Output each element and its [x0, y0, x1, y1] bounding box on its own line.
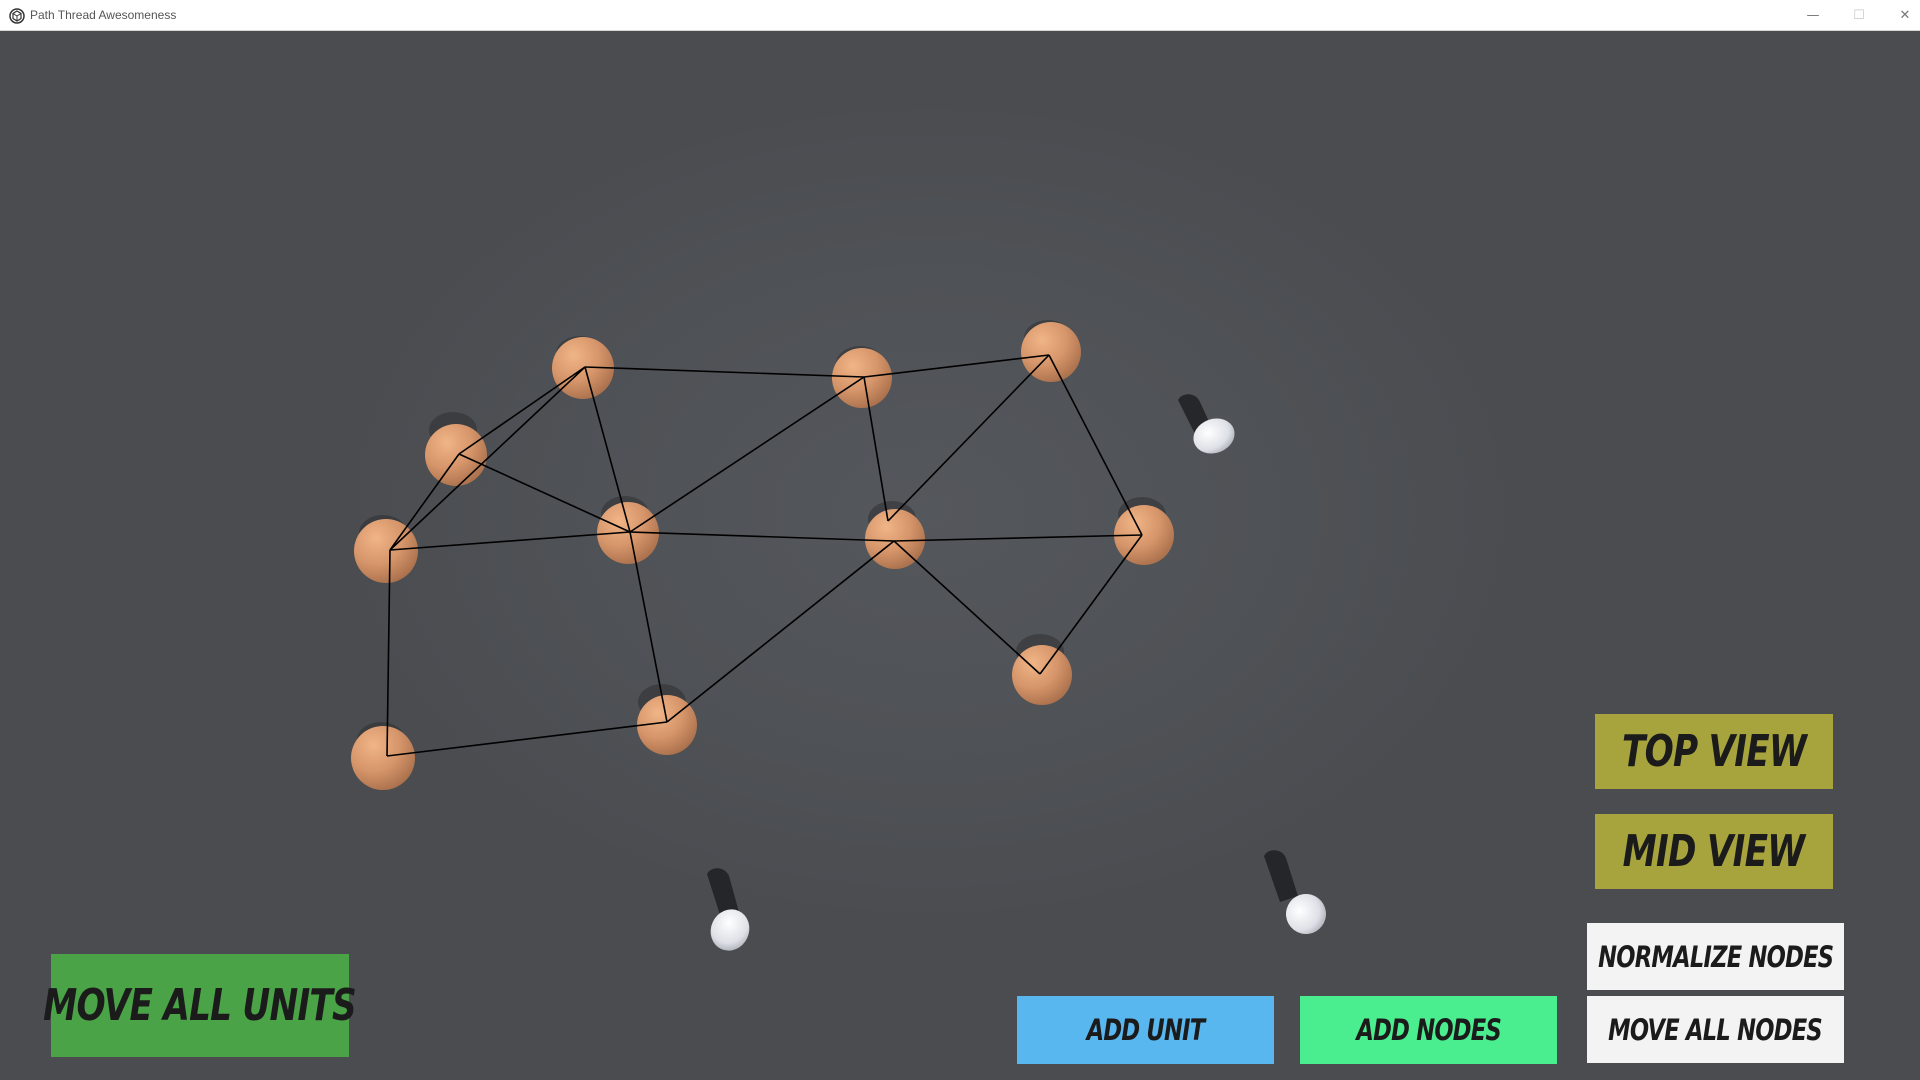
add-nodes-label: ADD NODES — [1356, 1013, 1501, 1047]
move-all-nodes-button[interactable]: MOVE ALL NODES — [1587, 996, 1844, 1063]
path-node — [354, 519, 418, 583]
minimize-icon[interactable]: — — [1790, 0, 1836, 31]
mid-view-label: MID VIEW — [1623, 826, 1806, 877]
mid-view-button[interactable]: MID VIEW — [1595, 814, 1833, 889]
unity-icon — [9, 8, 25, 24]
top-view-label: TOP VIEW — [1621, 726, 1807, 777]
top-view-button[interactable]: TOP VIEW — [1595, 714, 1833, 789]
unit-capsule — [707, 868, 750, 951]
window-title: Path Thread Awesomeness — [30, 8, 177, 22]
move-all-nodes-label: MOVE ALL NODES — [1608, 1012, 1824, 1047]
add-unit-label: ADD UNIT — [1086, 1013, 1206, 1047]
close-icon[interactable]: ✕ — [1882, 0, 1920, 31]
path-node — [425, 424, 487, 486]
path-nodes — [351, 322, 1174, 790]
add-nodes-button[interactable]: ADD NODES — [1300, 996, 1557, 1064]
unit-capsule — [1178, 394, 1235, 454]
maximize-icon[interactable]: ☐ — [1836, 0, 1882, 31]
window-titlebar[interactable]: Path Thread Awesomeness — ☐ ✕ — [0, 0, 1920, 31]
unit-capsule — [1264, 850, 1326, 934]
normalize-nodes-button[interactable]: NORMALIZE NODES — [1587, 923, 1844, 990]
path-node — [351, 726, 415, 790]
normalize-nodes-label: NORMALIZE NODES — [1597, 939, 1834, 974]
move-all-units-button[interactable]: MOVE ALL UNITS — [44, 954, 357, 1057]
path-node — [1012, 645, 1072, 705]
move-all-units-label: MOVE ALL UNITS — [43, 980, 358, 1031]
add-unit-button[interactable]: ADD UNIT — [1017, 996, 1274, 1064]
path-node — [1021, 322, 1081, 382]
